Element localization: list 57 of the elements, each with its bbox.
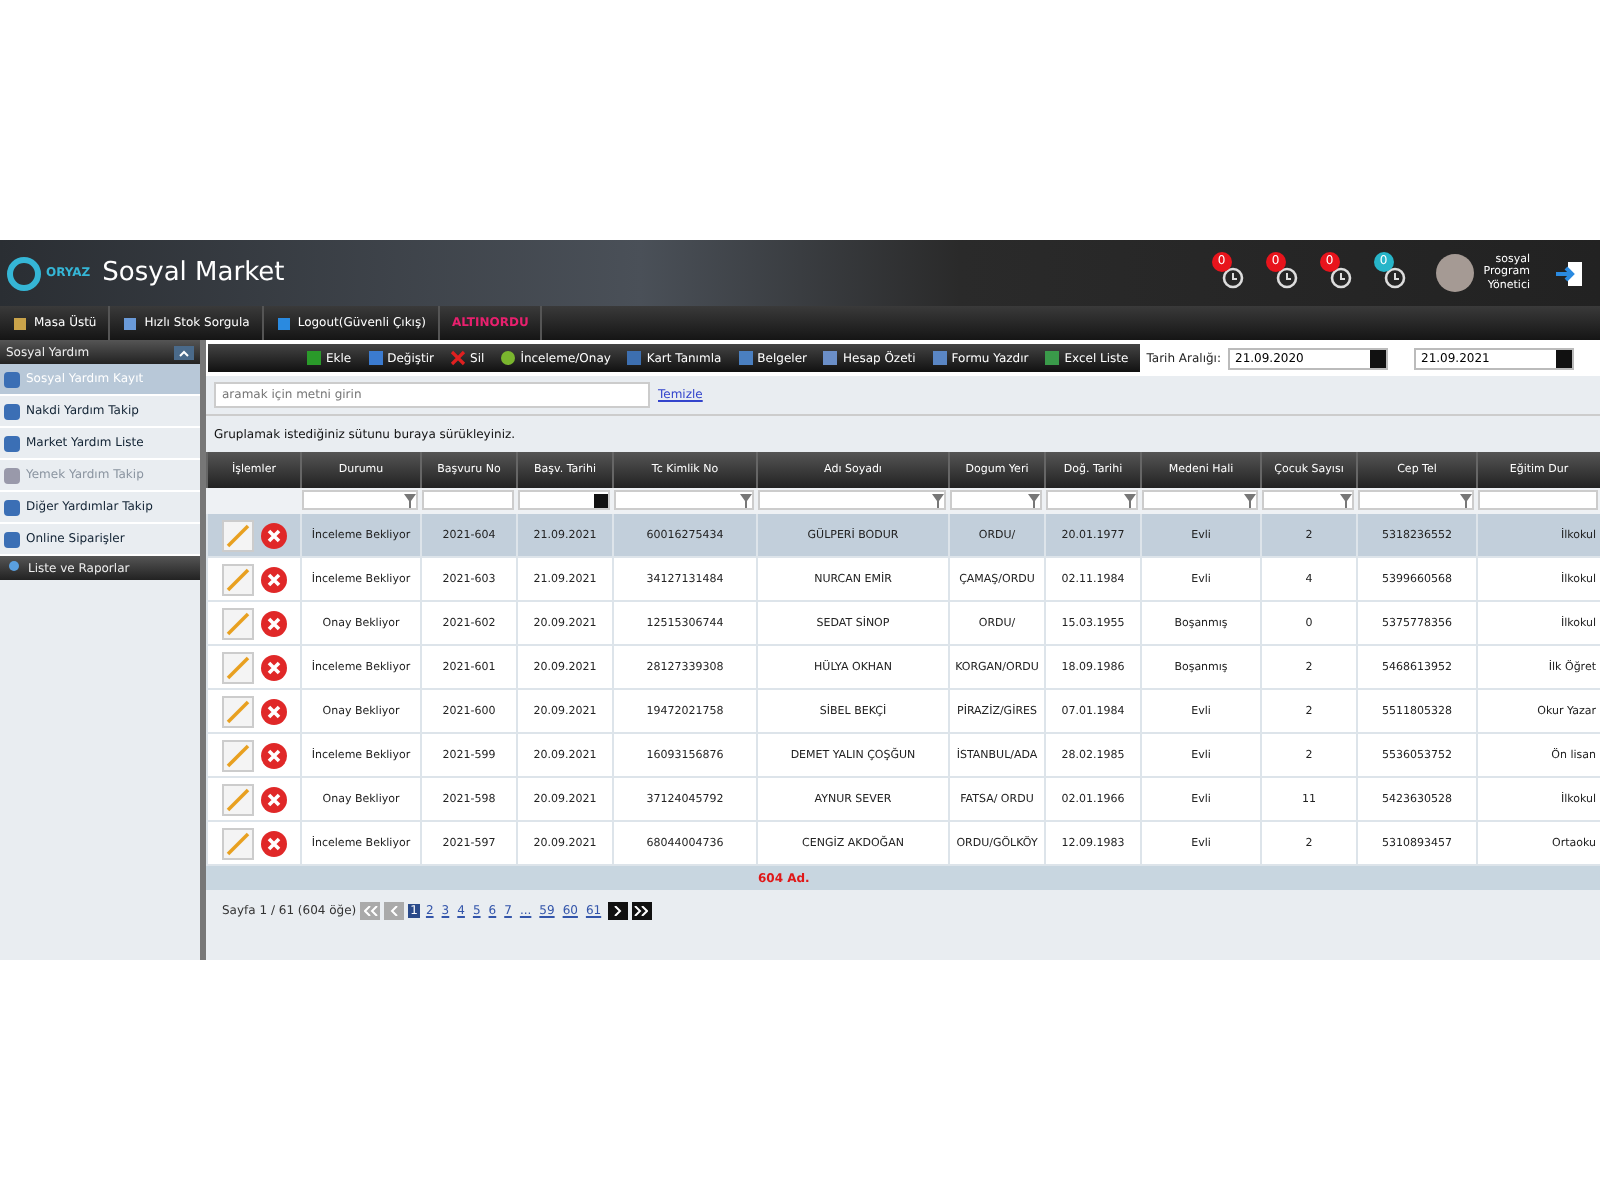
filter-icon xyxy=(932,493,944,507)
filter-field[interactable] xyxy=(1046,490,1138,510)
collapse-icon xyxy=(174,345,194,359)
toolbar-icon xyxy=(822,350,839,366)
nav-icon xyxy=(12,315,28,331)
next-page-button[interactable] xyxy=(607,902,628,920)
filter-icon xyxy=(1028,493,1040,507)
filter-field[interactable] xyxy=(518,490,610,510)
filter-field[interactable] xyxy=(302,490,418,510)
double-chevron-icon xyxy=(363,906,378,916)
alarm-clock-icon xyxy=(1219,263,1246,289)
nav-icon xyxy=(275,315,292,331)
toolbar-icon xyxy=(500,350,517,366)
last-page-button[interactable] xyxy=(631,902,652,920)
chevron-icon xyxy=(613,906,622,916)
filter-field[interactable] xyxy=(1142,490,1258,510)
toolbar-icon xyxy=(737,350,754,366)
delete-icon[interactable] xyxy=(259,521,287,549)
filter-icon xyxy=(740,493,752,507)
exit-icon[interactable] xyxy=(1556,259,1584,287)
filter-field[interactable] xyxy=(1358,490,1474,510)
prev-page-button[interactable] xyxy=(384,902,405,920)
filter-field[interactable] xyxy=(614,490,754,510)
nav-icon xyxy=(122,315,139,331)
logo-ring-icon xyxy=(6,255,42,291)
delete-icon[interactable] xyxy=(259,697,287,725)
delete-icon[interactable] xyxy=(259,785,287,813)
avatar-placeholder xyxy=(1435,254,1474,292)
toolbar-icon xyxy=(367,350,384,366)
delete-icon[interactable] xyxy=(259,565,287,593)
filter-field[interactable] xyxy=(422,490,514,510)
alarm-clock-icon xyxy=(1327,263,1354,289)
alarm-clock-icon xyxy=(1381,263,1408,289)
chevron-icon xyxy=(390,906,399,916)
filter-field[interactable] xyxy=(1262,490,1354,510)
toolbar-icon xyxy=(931,350,948,366)
filter-field[interactable] xyxy=(758,490,946,510)
filter-field[interactable] xyxy=(1478,490,1598,510)
filter-icon xyxy=(1124,493,1136,507)
toolbar-icon xyxy=(306,350,322,366)
toolbar-icon xyxy=(450,350,467,366)
first-page-button[interactable] xyxy=(360,902,381,920)
toolbar-icon xyxy=(626,350,643,366)
filter-field[interactable] xyxy=(950,490,1042,510)
filter-icon xyxy=(1460,493,1472,507)
delete-icon[interactable] xyxy=(259,653,287,681)
double-chevron-icon xyxy=(634,906,649,916)
alarm-clock-icon xyxy=(1273,263,1300,289)
toolbar-icon xyxy=(1044,350,1061,366)
filter-icon xyxy=(1244,493,1256,507)
delete-icon[interactable] xyxy=(259,741,287,769)
app-title: Sosyal Market xyxy=(102,258,285,288)
people-icon xyxy=(6,560,22,576)
filter-icon xyxy=(1340,493,1352,507)
delete-icon[interactable] xyxy=(259,829,287,857)
delete-icon[interactable] xyxy=(259,609,287,637)
filter-icon xyxy=(404,493,416,507)
